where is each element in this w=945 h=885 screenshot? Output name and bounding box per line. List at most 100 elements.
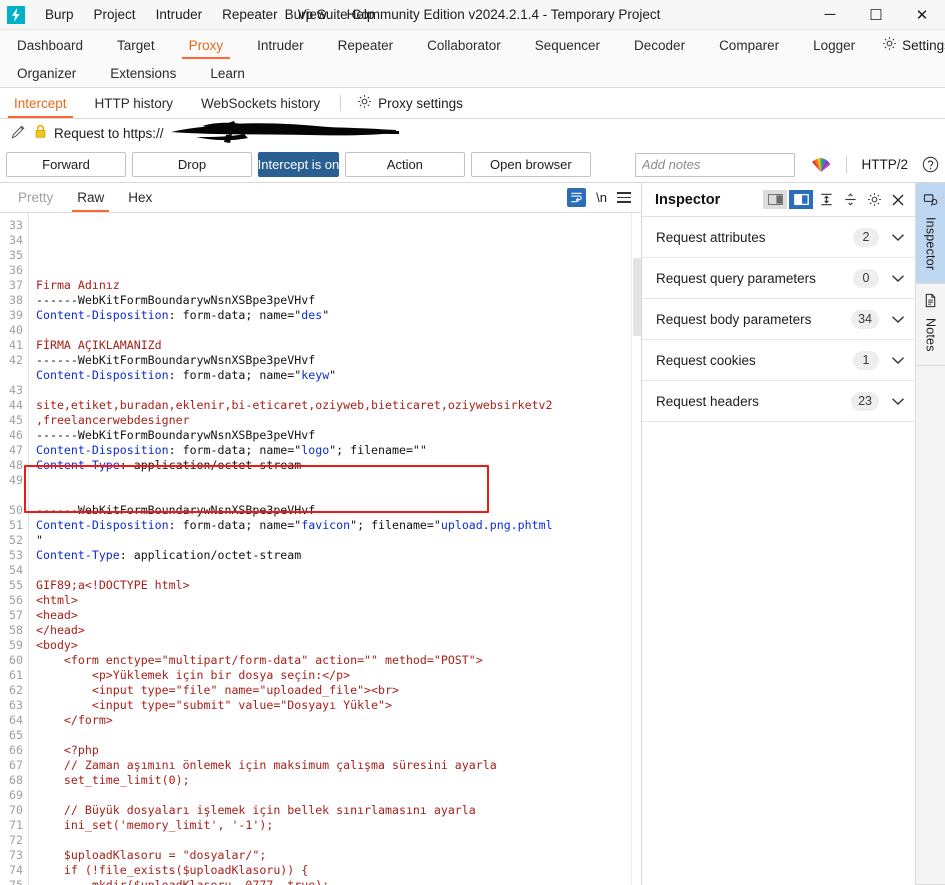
menu-view[interactable]: View [288,3,337,26]
code-line[interactable]: $uploadKlasoru = "dosyalar/"; [36,848,641,863]
notes-input[interactable] [634,152,795,177]
tab-intruder[interactable]: Intruder [240,31,321,59]
maximize-button[interactable]: ☐ [853,0,899,30]
code-line[interactable]: <html> [36,593,641,608]
code-line[interactable]: Content-Type: application/octet-stream [36,548,641,563]
code-line[interactable] [36,488,641,503]
tab-target[interactable]: Target [100,31,172,59]
tab-comparer[interactable]: Comparer [702,31,796,59]
editor-tab-hex[interactable]: Hex [116,183,164,212]
code-line[interactable]: ------WebKitFormBoundarywNsnXSBpe3peVHvf [36,353,641,368]
help-circle-icon[interactable] [922,156,939,173]
code-line[interactable]: // Büyük dosyaları işlemek için bellek s… [36,803,641,818]
code-line[interactable]: set_time_limit(0); [36,773,641,788]
code-line[interactable]: ,freelancerwebdesigner [36,413,641,428]
code-line[interactable]: </head> [36,623,641,638]
inspector-section-row[interactable]: Request body parameters 34 [642,299,915,340]
code-line[interactable]: <head> [36,608,641,623]
code-line[interactable]: <p>Yüklemek için bir dosya seçin:</p> [36,668,641,683]
code-line[interactable]: ini_set('memory_limit', '-1'); [36,818,641,833]
request-code-view[interactable]: 33 34 35 36 37 38 39 40 41 42 43 44 45 46 47 48 49 50 51 52… [0,213,641,885]
chevron-down-icon[interactable] [891,315,905,324]
code-line[interactable]: mkdir($uploadKlasoru, 0777, true); [36,878,641,885]
code-line[interactable] [36,263,641,278]
close-icon[interactable] [887,189,909,211]
tab-repeater[interactable]: Repeater [321,31,411,59]
code-line[interactable]: Content-Disposition: form-data; name= "ke… [36,368,641,383]
code-line[interactable]: Content-Disposition: form-data; name="lo… [36,443,641,458]
menu-repeater[interactable]: Repeater [212,3,288,26]
tab-sequencer[interactable]: Sequencer [518,31,617,59]
menu-burp[interactable]: Burp [35,3,84,26]
tab-extensions[interactable]: Extensions [93,59,193,87]
tab-learn[interactable]: Learn [193,59,262,87]
code-line[interactable]: <input type="file" name="uploaded_file">… [36,683,641,698]
gear-icon[interactable] [863,189,885,211]
settings-button[interactable]: Settings [872,31,945,59]
proxy-settings-button[interactable]: Proxy settings [347,88,473,118]
code-line[interactable]: <form enctype="multipart/form-data" acti… [36,653,641,668]
chevron-down-icon[interactable] [891,356,905,365]
code-line[interactable] [36,563,641,578]
code-line[interactable]: ------WebKitFormBoundarywNsnXSBpe3peVHvf [36,293,641,308]
code-line[interactable]: " [36,533,641,548]
minimize-button[interactable]: ─ [807,0,853,30]
vertical-tab-inspector[interactable]: Inspector [916,183,945,285]
chevron-down-icon[interactable] [891,274,905,283]
code-line[interactable] [36,473,641,488]
vertical-tab-notes[interactable]: Notes [916,284,945,366]
tab-dashboard[interactable]: Dashboard [0,31,100,59]
forward-button[interactable]: Forward [6,152,126,177]
collapse-all-icon[interactable] [839,189,861,211]
code-line[interactable] [36,833,641,848]
close-button[interactable]: ✕ [899,0,945,30]
open-browser-button[interactable]: Open browser [470,152,591,177]
code-line[interactable]: ------WebKitFormBoundarywNsnXSBpe3peVHvf [36,428,641,443]
layout-side-icon[interactable] [763,190,787,209]
subtab-intercept[interactable]: Intercept [0,88,81,118]
tab-logger[interactable]: Logger [796,31,872,59]
code-line[interactable]: // Zaman aşımını önlemek için maksimum ç… [36,758,641,773]
code-line[interactable]: ------WebKitFormBoundarywNsnXSBpe3peVHvf [36,503,641,518]
code-line[interactable]: GIF89;a<!DOCTYPE html> [36,578,641,593]
editor-tab-pretty[interactable]: Pretty [6,183,65,212]
tab-organizer[interactable]: Organizer [0,59,93,87]
inspector-section-row[interactable]: Request attributes 2 [642,217,915,258]
code-line[interactable]: Content-Type: application/octet-stream [36,458,641,473]
code-line[interactable] [36,788,641,803]
editor-scrollbar[interactable] [631,213,641,885]
code-line[interactable] [36,728,641,743]
layout-split-icon[interactable] [789,190,813,209]
code-line[interactable]: FİRMA AÇIKLAMANIZd [36,338,641,353]
editor-scrollbar-thumb[interactable] [633,258,641,336]
menu-help[interactable]: Help [337,3,385,26]
tab-proxy[interactable]: Proxy [172,31,241,59]
code-line[interactable]: <input type="submit" value="Dosyayı Yükl… [36,698,641,713]
word-wrap-icon[interactable] [567,188,587,207]
action-button[interactable]: Action [344,152,465,177]
inspector-section-row[interactable]: Request headers 23 [642,381,915,422]
hamburger-menu-icon[interactable] [617,192,631,203]
newline-toggle[interactable]: \n [596,190,607,205]
chevron-down-icon[interactable] [891,397,905,406]
tab-collaborator[interactable]: Collaborator [410,31,518,59]
intercept-toggle-button[interactable]: Intercept is on [258,152,339,177]
code-line[interactable]: Content-Disposition: form-data; name= "de… [36,308,641,323]
rainbow-fan-icon[interactable] [811,156,831,173]
code-line[interactable]: if (!file_exists($uploadKlasoru)) { [36,863,641,878]
code-line[interactable]: </form> [36,713,641,728]
menu-intruder[interactable]: Intruder [146,3,213,26]
code-line[interactable]: Firma Adınız [36,278,641,293]
pencil-icon[interactable] [10,123,27,143]
code-line[interactable]: <body> [36,638,641,653]
code-line[interactable]: site,etiket,buradan,eklenir,bi-eticaret,… [36,398,641,413]
subtab-http-history[interactable]: HTTP history [81,88,188,118]
code-line[interactable]: <?php [36,743,641,758]
drop-button[interactable]: Drop [132,152,252,177]
menu-project[interactable]: Project [84,3,146,26]
tab-decoder[interactable]: Decoder [617,31,702,59]
subtab-websockets-history[interactable]: WebSockets history [187,88,334,118]
expand-all-icon[interactable] [815,189,837,211]
code-line[interactable] [36,323,641,338]
code-line[interactable] [36,383,641,398]
